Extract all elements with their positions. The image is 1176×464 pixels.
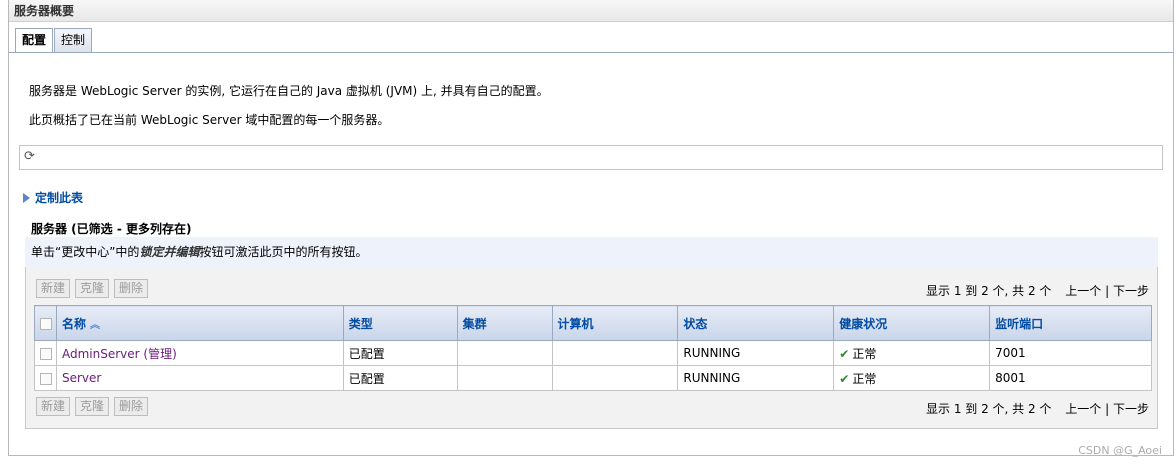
row-select-cell bbox=[34, 340, 57, 366]
top-pager: 显示 1 到 2 个, 共 2 个 上一个 | 下一步 bbox=[926, 282, 1149, 299]
health-label: 正常 bbox=[852, 371, 877, 386]
clone-button[interactable]: 克隆 bbox=[75, 279, 110, 298]
note-prefix: 单击“更改中心”中的 bbox=[31, 245, 140, 259]
column-header-name[interactable]: 名称 ︽ bbox=[55, 305, 344, 341]
server-health-cell: ✔ 正常 bbox=[833, 365, 991, 391]
sort-ascending-icon: ︽ bbox=[90, 319, 100, 331]
server-cluster-cell bbox=[456, 340, 553, 366]
tab-divider bbox=[9, 52, 1173, 53]
column-header-listen-port[interactable]: 监听端口 bbox=[989, 305, 1152, 341]
note-suffix: 按钮可激活此页中的所有按钮。 bbox=[199, 245, 368, 259]
customize-table-label: 定制此表 bbox=[35, 191, 84, 205]
server-name-link[interactable]: Server bbox=[62, 371, 101, 385]
server-type-cell: 已配置 bbox=[342, 365, 458, 391]
bottom-pager: 显示 1 到 2 个, 共 2 个 上一个 | 下一步 bbox=[926, 400, 1149, 417]
tab-bar: 配置 控制 bbox=[15, 28, 93, 53]
check-icon: ✔ bbox=[839, 371, 850, 386]
server-name-cell: AdminServer (管理) bbox=[55, 340, 344, 366]
server-summary-page: 服务器概要 配置 控制 服务器是 WebLogic Server 的实例, 它运… bbox=[8, 0, 1174, 456]
pager-summary: 显示 1 到 2 个, 共 2 个 bbox=[926, 284, 1052, 298]
note-lock-edit-emphasis: 锁定并编辑 bbox=[139, 245, 200, 259]
row-checkbox[interactable] bbox=[40, 372, 52, 385]
column-header-state[interactable]: 状态 bbox=[677, 305, 835, 341]
table-header-row: 名称 ︽ 类型 集群 计算机 状态 健康状况 监听端口 bbox=[34, 305, 1152, 341]
prev-page-link[interactable]: 上一个 bbox=[1065, 402, 1101, 416]
server-machine-cell bbox=[551, 365, 679, 391]
column-name-label: 名称 bbox=[61, 316, 86, 331]
new-button[interactable]: 新建 bbox=[36, 397, 71, 416]
bottom-button-bar: 新建 克隆 删除 bbox=[36, 397, 153, 416]
select-all-checkbox[interactable] bbox=[40, 317, 52, 330]
top-button-bar: 新建 克隆 删除 bbox=[36, 279, 153, 298]
pager-separator: | bbox=[1105, 284, 1110, 298]
server-type-cell: 已配置 bbox=[342, 340, 458, 366]
table-row: Server 已配置 RUNNING ✔ 正常 8001 bbox=[34, 365, 1152, 391]
server-machine-cell bbox=[551, 340, 679, 366]
refresh-icon[interactable]: ⟳ bbox=[24, 150, 38, 164]
table-title: 服务器 (已筛选 - 更多列存在) bbox=[31, 222, 192, 236]
column-header-health[interactable]: 健康状况 bbox=[833, 305, 991, 341]
server-health-cell: ✔ 正常 bbox=[833, 340, 991, 366]
pager-separator: | bbox=[1105, 402, 1110, 416]
server-cluster-cell bbox=[456, 365, 553, 391]
server-name-link[interactable]: AdminServer (管理) bbox=[62, 347, 177, 361]
lock-edit-note: 单击“更改中心”中的锁定并编辑按钮可激活此页中的所有按钮。 bbox=[25, 237, 1158, 267]
clone-button[interactable]: 克隆 bbox=[75, 397, 110, 416]
row-select-cell bbox=[34, 365, 57, 391]
server-port-cell: 7001 bbox=[989, 340, 1152, 366]
delete-button[interactable]: 删除 bbox=[114, 279, 149, 298]
table-row: AdminServer (管理) 已配置 RUNNING ✔ 正常 7001 bbox=[34, 340, 1152, 366]
column-header-machine[interactable]: 计算机 bbox=[551, 305, 679, 341]
description-line-2: 此页概括了已在当前 WebLogic Server 域中配置的每一个服务器。 bbox=[29, 113, 390, 127]
servers-table-container: 新建 克隆 删除 显示 1 到 2 个, 共 2 个 上一个 | 下一步 名称 ︽… bbox=[25, 267, 1158, 429]
servers-table: 名称 ︽ 类型 集群 计算机 状态 健康状况 监听端口 AdminServer (… bbox=[34, 305, 1152, 391]
pager-summary: 显示 1 到 2 个, 共 2 个 bbox=[926, 402, 1052, 416]
tab-control[interactable]: 控制 bbox=[54, 28, 93, 52]
next-page-link[interactable]: 下一步 bbox=[1113, 402, 1149, 416]
description-line-1: 服务器是 WebLogic Server 的实例, 它运行在自己的 Java 虚… bbox=[29, 84, 549, 98]
column-header-cluster[interactable]: 集群 bbox=[456, 305, 553, 341]
row-checkbox[interactable] bbox=[40, 347, 52, 360]
server-port-cell: 8001 bbox=[989, 365, 1152, 391]
check-icon: ✔ bbox=[839, 346, 850, 361]
page-title: 服务器概要 bbox=[9, 0, 1173, 22]
server-state-cell: RUNNING bbox=[677, 340, 835, 366]
new-button[interactable]: 新建 bbox=[36, 279, 71, 298]
server-name-cell: Server bbox=[55, 365, 344, 391]
tab-configuration[interactable]: 配置 bbox=[15, 28, 54, 53]
expand-triangle-icon bbox=[23, 192, 30, 203]
prev-page-link[interactable]: 上一个 bbox=[1065, 284, 1101, 298]
select-all-header bbox=[34, 305, 57, 341]
watermark: CSDN @G_Aoei bbox=[1078, 444, 1162, 457]
column-header-type[interactable]: 类型 bbox=[342, 305, 458, 341]
table-toolbar: ⟳ bbox=[19, 145, 1163, 170]
next-page-link[interactable]: 下一步 bbox=[1113, 284, 1149, 298]
delete-button[interactable]: 删除 bbox=[114, 397, 149, 416]
health-label: 正常 bbox=[852, 346, 877, 361]
customize-table-link[interactable]: 定制此表 bbox=[23, 189, 83, 206]
server-state-cell: RUNNING bbox=[677, 365, 835, 391]
